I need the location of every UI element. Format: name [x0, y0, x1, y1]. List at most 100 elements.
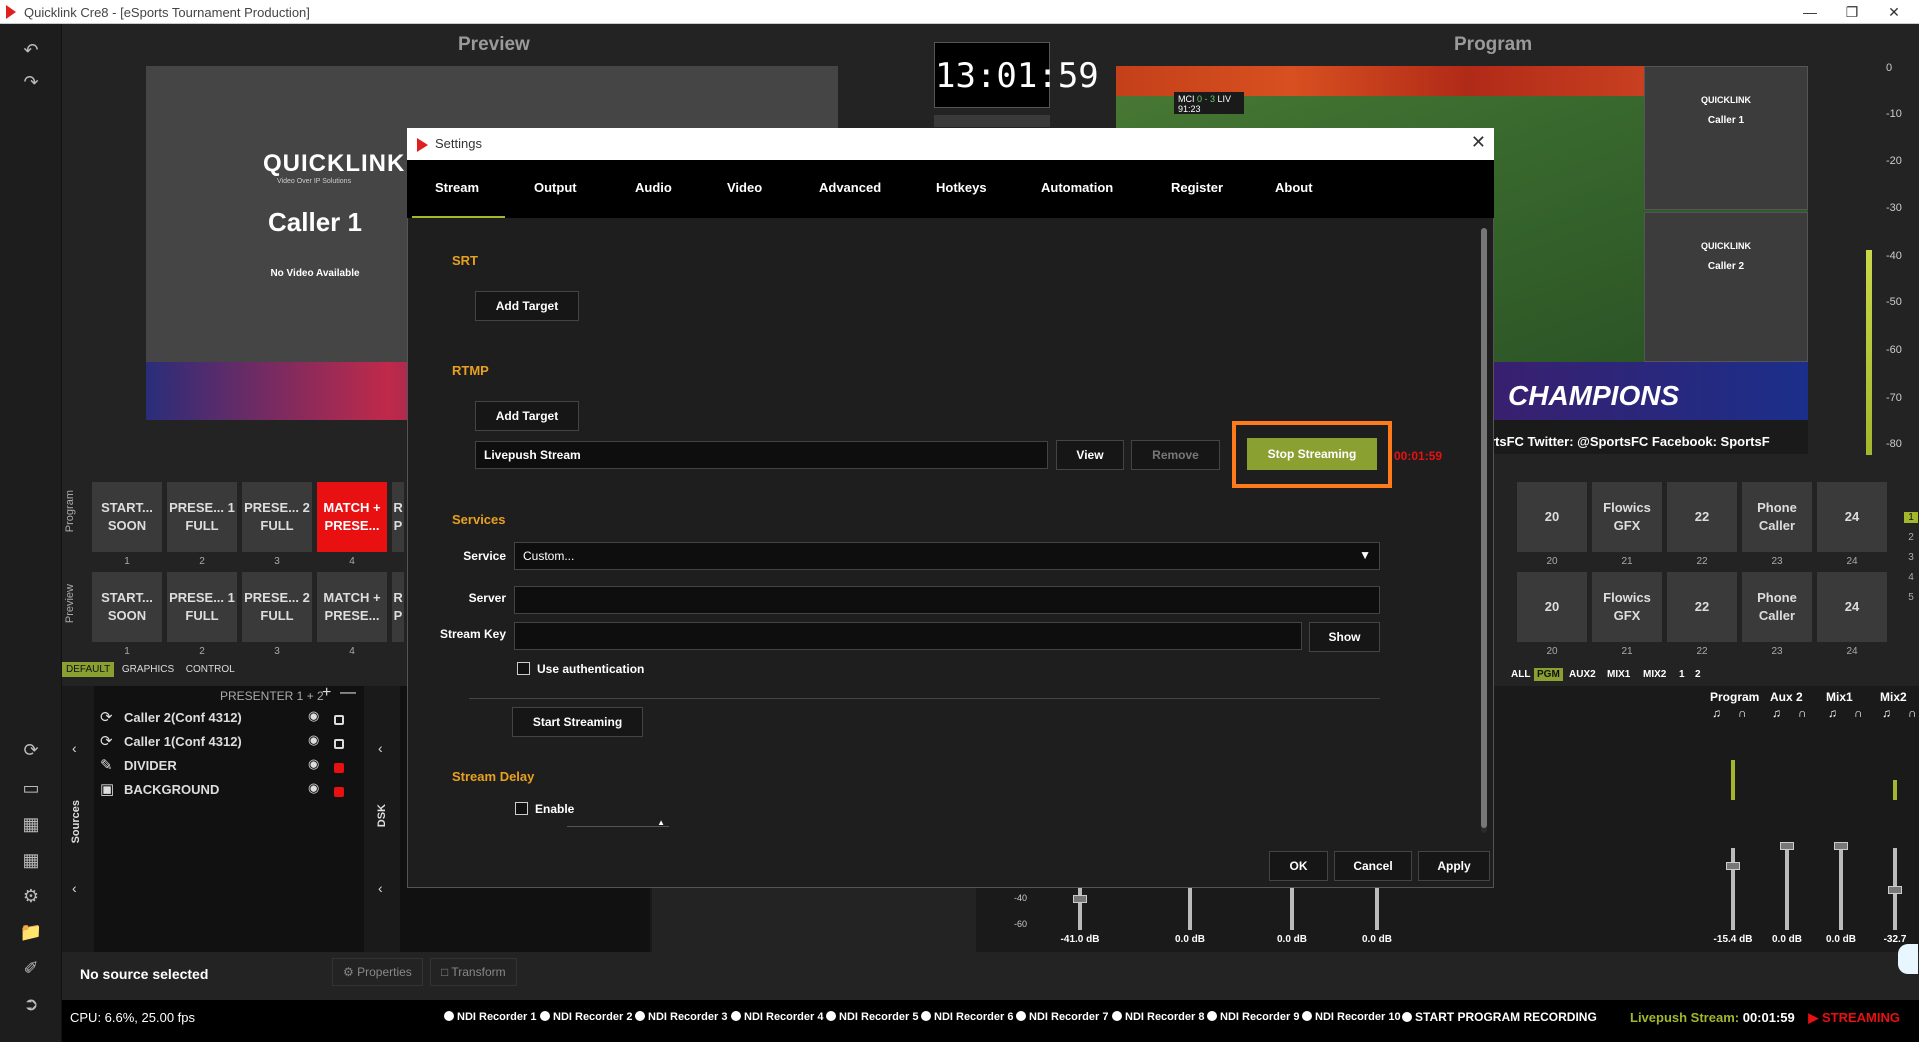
volume-fader-handle[interactable]: [1888, 886, 1902, 894]
ndi-recorder[interactable]: NDI Recorder 8: [1112, 1011, 1204, 1023]
speaker-icon[interactable]: ♫: [1828, 706, 1837, 720]
restore-button[interactable]: ❐: [1832, 2, 1872, 22]
help-icon[interactable]: [1898, 944, 1918, 974]
dsk-collapse-arrow-icon[interactable]: ‹: [378, 880, 383, 896]
exit-icon[interactable]: ➲: [16, 990, 46, 1018]
redo-icon[interactable]: ↷: [16, 68, 46, 96]
undo-icon[interactable]: ↶: [16, 36, 46, 64]
mixer-filter-aux2[interactable]: AUX2: [1566, 668, 1599, 681]
preset-button[interactable]: PRESE... 2 FULL: [242, 482, 312, 552]
preset-button[interactable]: Flowics GFX: [1592, 572, 1662, 642]
ndi-recorder[interactable]: NDI Recorder 7: [1016, 1011, 1108, 1023]
rtmp-add-target-button[interactable]: Add Target: [475, 401, 579, 431]
volume-fader-track[interactable]: [1785, 848, 1789, 930]
gear-icon[interactable]: ⚙: [16, 882, 46, 910]
apply-button[interactable]: Apply: [1418, 851, 1490, 881]
preset-page-number[interactable]: 3: [1904, 552, 1918, 563]
tab-advanced[interactable]: Advanced: [819, 180, 881, 195]
speaker-icon[interactable]: ♫: [1772, 706, 1781, 720]
source-item[interactable]: ⟳ Caller 1(Conf 4312) ◉: [100, 732, 370, 754]
tab-audio[interactable]: Audio: [635, 180, 672, 195]
ndi-recorder[interactable]: NDI Recorder 2: [540, 1011, 632, 1023]
tab-about[interactable]: About: [1275, 180, 1313, 195]
transform-button[interactable]: □ Transform: [430, 958, 517, 986]
start-streaming-button[interactable]: Start Streaming: [512, 707, 643, 737]
add-source-icon[interactable]: +: [322, 684, 331, 702]
mixer-filter-all[interactable]: ALL: [1508, 668, 1533, 681]
preset-button[interactable]: Phone Caller: [1742, 482, 1812, 552]
preset-button[interactable]: 22: [1667, 482, 1737, 552]
folder-icon[interactable]: 📁: [16, 918, 46, 946]
preset-button[interactable]: MATCH + PRESE...: [317, 482, 387, 552]
rtmp-target-field[interactable]: Livepush Stream: [475, 441, 1048, 469]
preset-button[interactable]: 20: [1517, 572, 1587, 642]
preset-button[interactable]: 24: [1817, 482, 1887, 552]
tab-stream[interactable]: Stream: [435, 180, 479, 195]
preset-page-number[interactable]: 1: [1904, 512, 1918, 523]
volume-fader-track[interactable]: [1078, 886, 1082, 930]
volume-fader-track[interactable]: [1375, 886, 1379, 930]
preset-button[interactable]: R P: [392, 482, 404, 552]
quicklink-icon[interactable]: ⟳: [16, 736, 46, 764]
stream-key-input[interactable]: [514, 622, 1302, 650]
use-auth-checkbox[interactable]: [517, 662, 530, 675]
source-item[interactable]: ▣ BACKGROUND ◉: [100, 780, 370, 802]
preset-button[interactable]: Phone Caller: [1742, 572, 1812, 642]
clock-control[interactable]: [934, 115, 1050, 127]
ndi-recorder[interactable]: NDI Recorder 10: [1302, 1011, 1401, 1023]
preset-button[interactable]: PRESE... 1 FULL: [167, 572, 237, 642]
preset-button[interactable]: MATCH + PRESE...: [317, 572, 387, 642]
cancel-button[interactable]: Cancel: [1334, 851, 1412, 881]
source-item[interactable]: ⟳ Caller 2(Conf 4312) ◉: [100, 708, 370, 730]
lock-icon[interactable]: [334, 787, 344, 797]
headphones-icon[interactable]: ∩: [1738, 706, 1747, 720]
lock-icon[interactable]: [334, 763, 344, 773]
preset-button[interactable]: Flowics GFX: [1592, 482, 1662, 552]
mixer-filter-1[interactable]: 1: [1676, 668, 1688, 681]
eye-icon[interactable]: ◉: [308, 756, 319, 772]
preset-page-number[interactable]: 4: [1904, 572, 1918, 583]
tab-graphics[interactable]: GRAPHICS: [118, 662, 178, 677]
mixer-filter-mix1[interactable]: MIX1: [1604, 668, 1633, 681]
volume-fader-track[interactable]: [1839, 848, 1843, 930]
screen-icon[interactable]: ▦: [16, 810, 46, 838]
volume-fader-handle[interactable]: [1780, 842, 1794, 850]
properties-button[interactable]: ⚙ Properties: [332, 958, 423, 986]
remove-source-icon[interactable]: —: [340, 684, 356, 702]
tab-default[interactable]: DEFAULT: [62, 662, 115, 677]
ndi-recorder[interactable]: NDI Recorder 5: [826, 1011, 918, 1023]
dsk-prev-arrow-icon[interactable]: ‹: [378, 740, 383, 756]
preset-button[interactable]: 22: [1667, 572, 1737, 642]
tab-video[interactable]: Video: [727, 180, 762, 195]
ndi-recorder[interactable]: NDI Recorder 4: [731, 1011, 823, 1023]
tools-icon[interactable]: ✐: [16, 954, 46, 982]
stop-streaming-button[interactable]: Stop Streaming: [1247, 438, 1377, 470]
eye-icon[interactable]: ◉: [308, 780, 319, 796]
close-window-button[interactable]: ✕: [1874, 2, 1914, 22]
close-icon[interactable]: ✕: [1471, 132, 1486, 153]
mixer-filter-2[interactable]: 2: [1692, 668, 1704, 681]
minimize-button[interactable]: —: [1790, 2, 1830, 22]
mixer-filter-pgm[interactable]: PGM: [1534, 668, 1563, 681]
mixer-filter-mix2[interactable]: MIX2: [1640, 668, 1669, 681]
preset-button[interactable]: 24: [1817, 572, 1887, 642]
volume-fader-handle[interactable]: [1726, 862, 1740, 870]
volume-fader-track[interactable]: [1188, 886, 1192, 930]
ndi-recorder[interactable]: NDI Recorder 6: [921, 1011, 1013, 1023]
speaker-icon[interactable]: ♫: [1712, 706, 1721, 720]
view-button[interactable]: View: [1056, 440, 1124, 470]
monitor-icon[interactable]: ▭: [16, 774, 46, 802]
preset-button[interactable]: START... SOON: [92, 572, 162, 642]
tab-output[interactable]: Output: [534, 180, 577, 195]
volume-fader-handle[interactable]: [1834, 842, 1848, 850]
preset-page-number[interactable]: 5: [1904, 592, 1918, 603]
sources-prev-arrow-icon[interactable]: ‹: [72, 740, 77, 756]
volume-fader-track[interactable]: [1731, 848, 1735, 930]
show-key-button[interactable]: Show: [1309, 622, 1380, 652]
volume-fader-handle[interactable]: [1073, 895, 1087, 903]
tab-register[interactable]: Register: [1171, 180, 1223, 195]
headphones-icon[interactable]: ∩: [1798, 706, 1807, 720]
server-input[interactable]: [514, 586, 1380, 614]
lock-icon[interactable]: [334, 739, 344, 749]
tab-automation[interactable]: Automation: [1041, 180, 1113, 195]
